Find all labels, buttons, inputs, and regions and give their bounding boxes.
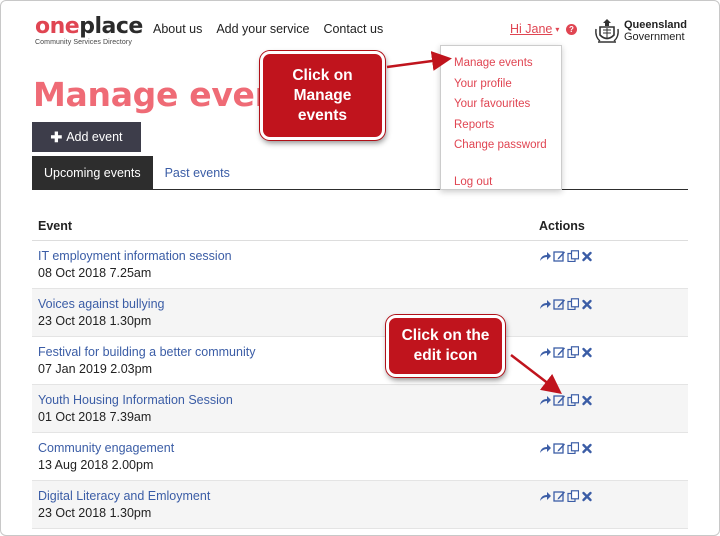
gov-line1: Queensland (624, 19, 687, 31)
row-actions (539, 337, 593, 384)
menu-manage-events[interactable]: Manage events (441, 53, 561, 74)
delete-icon[interactable] (581, 346, 593, 358)
queensland-government-logo: Queensland Government (594, 17, 687, 45)
event-date: 23 Oct 2018 1.30pm (38, 506, 152, 520)
tab-past-events[interactable]: Past events (153, 156, 242, 190)
callout-manage-events: Click on Manage events (260, 51, 385, 140)
event-title-link[interactable]: Digital Literacy and Emloyment (38, 488, 539, 504)
delete-icon[interactable] (581, 394, 593, 406)
events-table: Event Actions IT employment information … (32, 211, 688, 529)
event-title-link[interactable]: Youth Housing Information Session (38, 392, 539, 408)
row-actions (539, 433, 593, 480)
qld-wordmark: Queensland Government (624, 19, 687, 43)
add-event-label: Add event (66, 130, 123, 144)
callout1-line2: Manage (293, 86, 352, 104)
edit-icon[interactable] (553, 298, 565, 310)
plus-icon: ✚ (50, 128, 63, 145)
table-row: Digital Literacy and Emloyment 23 Oct 201… (32, 481, 688, 529)
gov-line2: Government (624, 31, 685, 43)
menu-reports[interactable]: Reports (441, 115, 561, 136)
edit-icon[interactable] (553, 346, 565, 358)
event-tabs: Upcoming events Past events (32, 156, 688, 190)
table-row: Voices against bullying 23 Oct 2018 1.30p… (32, 289, 688, 337)
event-info: Digital Literacy and Emloyment 23 Oct 201… (32, 481, 539, 528)
event-date: 08 Oct 2018 7.25am (38, 266, 152, 280)
share-icon[interactable] (539, 250, 551, 262)
browser-frame: oneplace Community Services Directory Ab… (0, 0, 720, 536)
menu-your-favourites[interactable]: Your favourites (441, 94, 561, 115)
share-icon[interactable] (539, 346, 551, 358)
callout1-line1: Click on (292, 66, 353, 84)
menu-your-profile[interactable]: Your profile (441, 74, 561, 95)
edit-icon[interactable] (553, 442, 565, 454)
share-icon[interactable] (539, 394, 551, 406)
tab-upcoming-events[interactable]: Upcoming events (32, 156, 153, 190)
arrow-to-manage-events (386, 51, 452, 71)
logo-place: place (79, 14, 143, 39)
copy-icon[interactable] (567, 442, 579, 454)
add-event-button[interactable]: ✚ Add event (32, 122, 141, 152)
event-date: 13 Aug 2018 2.00pm (38, 458, 154, 472)
header-event: Event (38, 218, 73, 233)
row-actions (539, 241, 593, 288)
row-actions (539, 385, 593, 432)
edit-icon[interactable] (553, 250, 565, 262)
table-body: IT employment information session 08 Oct … (32, 241, 688, 529)
menu-log-out[interactable]: Log out (441, 172, 561, 193)
nav-about-us[interactable]: About us (153, 22, 202, 36)
copy-icon[interactable] (567, 298, 579, 310)
event-info: IT employment information session 08 Oct … (32, 241, 539, 288)
help-icon[interactable]: ? (566, 24, 577, 35)
row-actions (539, 481, 593, 528)
share-icon[interactable] (539, 298, 551, 310)
copy-icon[interactable] (567, 394, 579, 406)
menu-change-password[interactable]: Change password (441, 135, 561, 156)
copy-icon[interactable] (567, 250, 579, 262)
user-menu-toggle[interactable]: Hi Jane ▾ (510, 22, 559, 36)
event-title-link[interactable]: Community engagement (38, 440, 539, 456)
edit-icon[interactable] (553, 490, 565, 502)
menu-divider (441, 156, 561, 172)
caret-down-icon: ▾ (555, 25, 560, 35)
event-date: 01 Oct 2018 7.39am (38, 410, 152, 424)
event-info: Community engagement 13 Aug 2018 2.00pm (32, 433, 539, 480)
crest-icon (595, 19, 619, 43)
row-actions (539, 289, 593, 336)
table-row: IT employment information session 08 Oct … (32, 241, 688, 289)
callout-edit-icon: Click on the edit icon (386, 315, 505, 377)
nav-add-your-service[interactable]: Add your service (216, 22, 309, 36)
copy-icon[interactable] (567, 490, 579, 502)
event-title-link[interactable]: Voices against bullying (38, 296, 539, 312)
callout1-line3: events (297, 106, 348, 124)
delete-icon[interactable] (581, 442, 593, 454)
table-row: Youth Housing Information Session 01 Oct … (32, 385, 688, 433)
share-icon[interactable] (539, 442, 551, 454)
main-nav: About us Add your service Contact us (153, 22, 383, 36)
logo-tagline: Community Services Directory (35, 39, 132, 46)
event-title-link[interactable]: IT employment information session (38, 248, 539, 264)
event-info: Youth Housing Information Session 01 Oct … (32, 385, 539, 432)
delete-icon[interactable] (581, 298, 593, 310)
table-header: Event Actions (32, 211, 688, 241)
oneplace-logo[interactable]: oneplace Community Services Directory (35, 15, 143, 47)
user-greeting: Hi Jane (510, 22, 553, 36)
header-actions: Actions (539, 218, 585, 233)
table-row: Community engagement 13 Aug 2018 2.00pm (32, 433, 688, 481)
logo-one: one (35, 14, 80, 39)
table-row: Festival for building a better community… (32, 337, 688, 385)
delete-icon[interactable] (581, 250, 593, 262)
callout2-line2: edit icon (413, 347, 478, 364)
callout2-line1: Click on the (401, 327, 490, 344)
user-dropdown-menu: Manage events Your profile Your favourit… (440, 45, 562, 190)
edit-icon[interactable] (553, 394, 565, 406)
share-icon[interactable] (539, 490, 551, 502)
logo-wordmark: oneplace (35, 15, 143, 39)
copy-icon[interactable] (567, 346, 579, 358)
delete-icon[interactable] (581, 490, 593, 502)
nav-contact-us[interactable]: Contact us (323, 22, 383, 36)
